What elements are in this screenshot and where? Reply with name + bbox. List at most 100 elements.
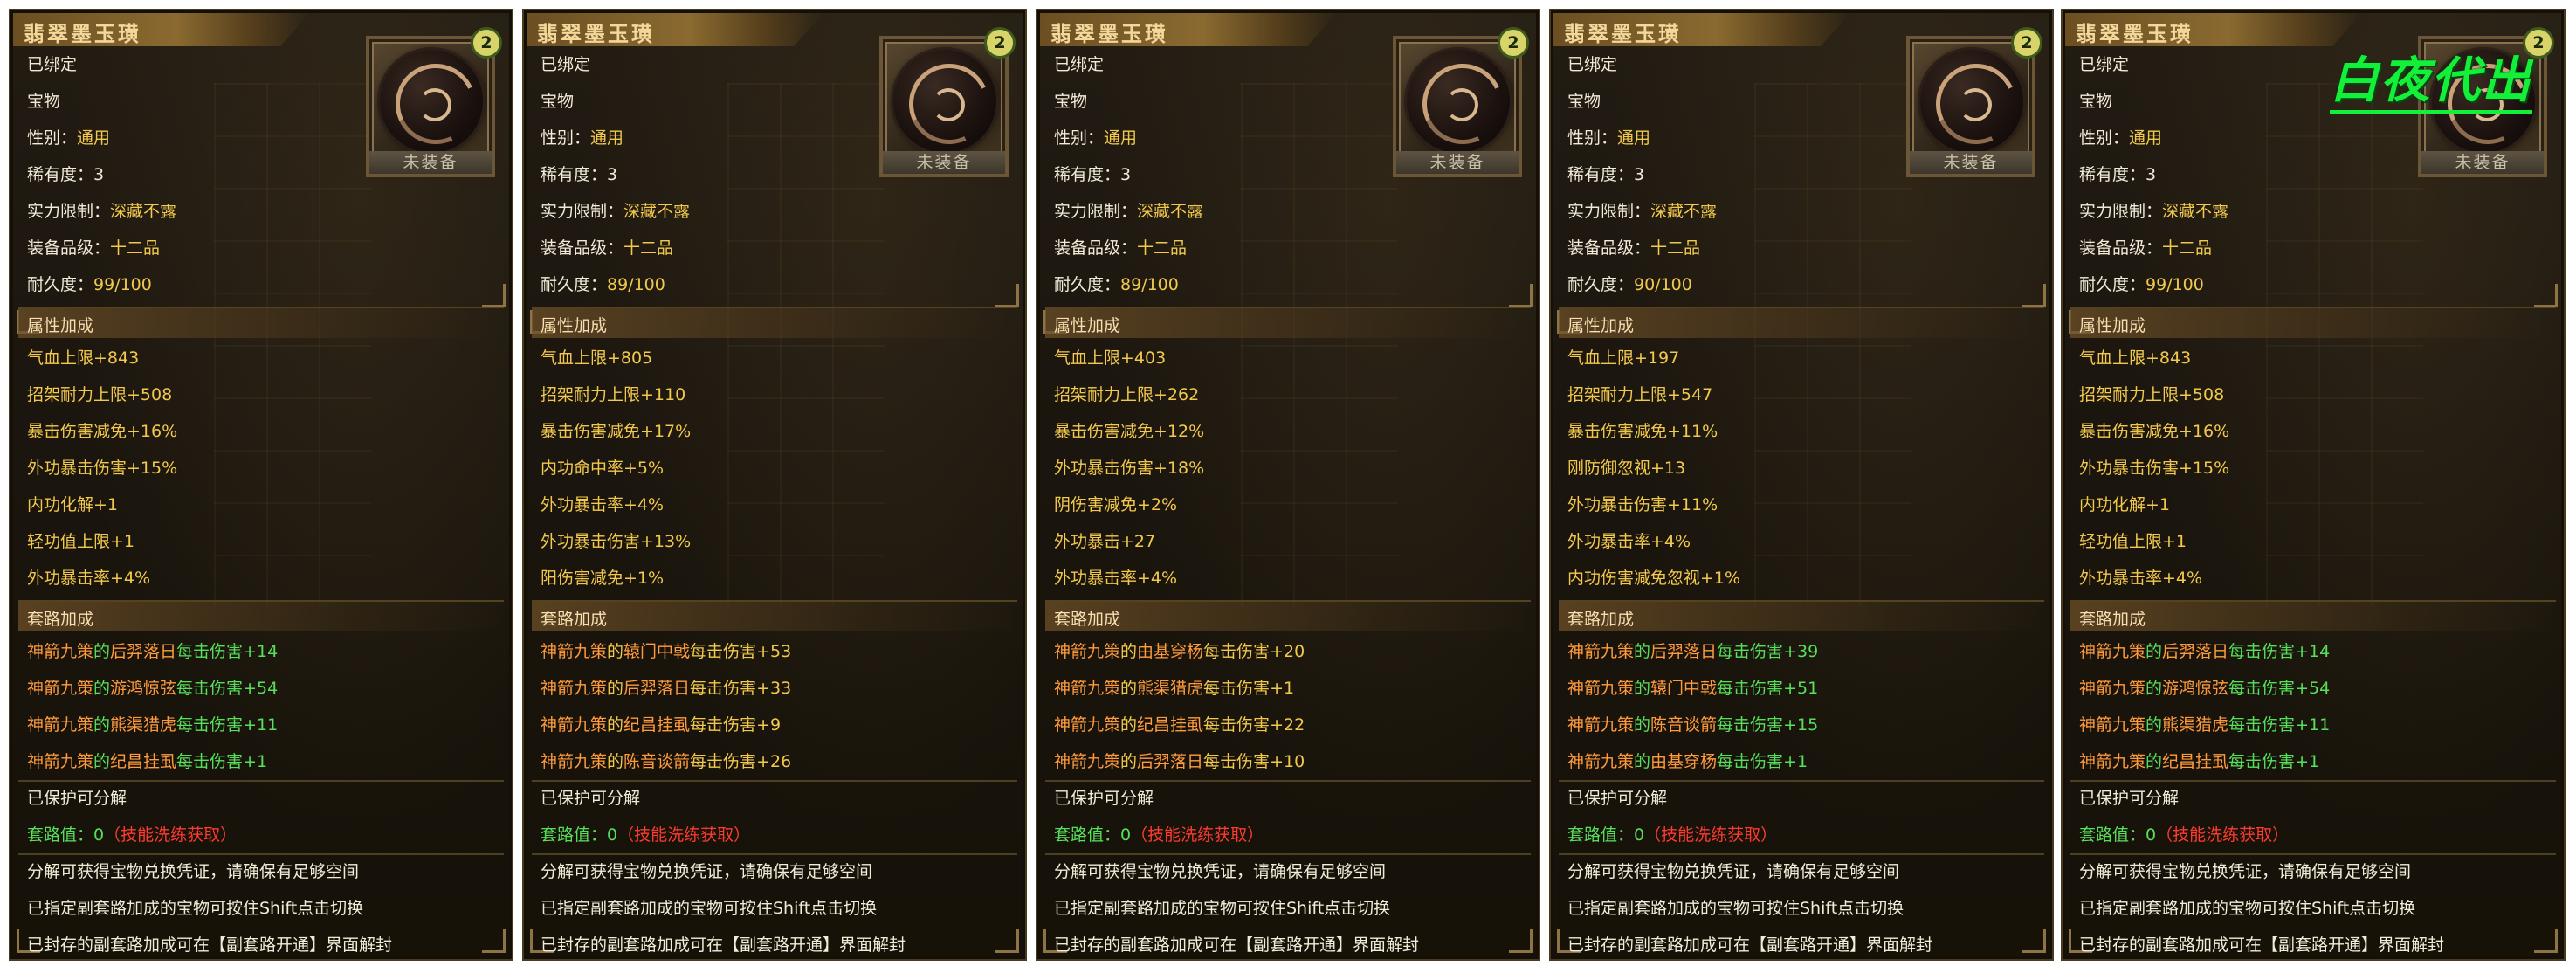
attribute-line: 外功暴击率+4% [2079, 569, 2203, 588]
hint-shift-switch: 已指定副套路加成的宝物可按住Shift点击切换 [1567, 899, 1904, 918]
item-icon-slot[interactable]: 未装备 2 [1906, 27, 2042, 177]
unequipped-label: 未装备 [369, 151, 492, 174]
attribute-line: 外功暴击率+4% [541, 495, 665, 514]
durability-line-value: 90/100 [1634, 275, 1692, 294]
route-per-hit: 每击伤害 [690, 679, 757, 698]
power-limit-line-key: 实力限制： [541, 202, 624, 221]
item-icon-slot[interactable]: 未装备 2 [879, 27, 1016, 177]
item-name: 翡翠墨玉璜 [2076, 22, 2194, 46]
attribute-line: 阳伤害减免+1% [541, 569, 665, 588]
item-tooltip-panel: 翡翠墨玉璜 未装备 2 已绑定 宝物 性别：通用 稀有度：3 实力限制：深藏不露 装备品级：十二… [9, 9, 513, 961]
route-bonus-line: 神箭九策的纪昌挂虱每击伤害+22 [1054, 712, 1305, 735]
durability-line: 耐久度：90/100 [1567, 272, 1692, 295]
attribute-line: 阴伤害减免+2% [1054, 495, 1178, 514]
hint-unseal: 已封存的副套路加成可在【副套路开通】界面解封 [1567, 935, 1933, 955]
route-skill-name: 由基穿杨 [1137, 642, 1204, 661]
grade-line-key: 装备品级： [541, 238, 624, 258]
gender-line-key: 性别： [541, 128, 591, 148]
route-per-hit: 每击伤害 [1203, 642, 1271, 661]
item-tooltip-panel: 翡翠墨玉璜 未装备 2 已绑定 宝物 性别：通用 稀有度：3 实力限制：深藏不露 装备品级：十二… [1549, 9, 2054, 961]
attribute-line: 外功暴击伤害+15% [2079, 459, 2230, 478]
rarity-line-key: 稀有度： [1054, 165, 1121, 184]
route-section-title: 套路加成 [541, 610, 608, 629]
route-value: +10 [1270, 752, 1305, 771]
route-bonus-line: 神箭九策的后羿落日每击伤害+10 [1054, 749, 1305, 772]
gender-line-value: 通用 [1617, 128, 1651, 148]
bound-status: 已绑定 [27, 55, 78, 74]
route-skill-name: 游鸿惊弦 [110, 679, 177, 698]
attribute-line: 内功伤害减免忽视+1% [1567, 569, 1741, 588]
item-icon-slot[interactable]: 未装备 2 [366, 27, 502, 177]
watermark-text: 白夜代出 [2330, 52, 2532, 114]
route-bonus-line: 神箭九策的陈音谈箭每击伤害+26 [541, 749, 791, 772]
rarity-line-key: 稀有度： [541, 165, 608, 184]
route-per-hit: 每击伤害 [1203, 752, 1271, 771]
route-skill-name: 陈音谈箭 [1650, 715, 1718, 735]
durability-line-key: 耐久度： [1567, 275, 1635, 294]
divider [1559, 853, 2044, 855]
route-of: 的 [93, 642, 111, 661]
route-bonus-line: 神箭九策的后羿落日每击伤害+33 [541, 675, 791, 699]
attribute-line: 招架耐力上限+508 [27, 385, 173, 404]
route-value: +1 [1783, 752, 1808, 771]
route-set-name: 神箭九策 [1567, 679, 1635, 698]
attribute-line: 气血上限+805 [541, 348, 653, 368]
item-icon-slot[interactable]: 未装备 2 [1393, 27, 1529, 177]
attribute-line: 气血上限+843 [27, 348, 140, 368]
route-set-name: 神箭九策 [541, 679, 608, 698]
unequipped-label: 未装备 [1396, 151, 1519, 174]
grade-line-value: 十二品 [1650, 238, 1701, 258]
frame-corner-ornament [2534, 284, 2558, 307]
gender-line: 性别：通用 [541, 125, 623, 148]
route-of: 的 [607, 752, 624, 771]
power-limit-line-key: 实力限制： [1567, 202, 1651, 221]
route-of: 的 [93, 715, 111, 735]
grade-line-key: 装备品级： [1054, 238, 1138, 258]
durability-line-key: 耐久度： [2079, 275, 2146, 294]
route-bonus-line: 神箭九策的陈音谈箭每击伤害+15 [1567, 712, 1818, 735]
route-section-header: 套路加成 [1559, 600, 2044, 631]
route-value: +9 [756, 715, 782, 735]
route-per-hit: 每击伤害 [1717, 679, 1784, 698]
attribute-line: 外功暴击伤害+11% [1567, 495, 1718, 514]
route-skill-name: 游鸿惊弦 [2162, 679, 2229, 698]
hint-unseal: 已封存的副套路加成可在【副套路开通】界面解封 [2079, 935, 2445, 955]
durability-line: 耐久度：89/100 [1054, 272, 1179, 295]
route-skill-name: 纪昌挂虱 [1137, 715, 1204, 735]
rarity-line-value: 3 [1634, 165, 1645, 184]
route-per-hit: 每击伤害 [1717, 752, 1784, 771]
route-set-name: 神箭九策 [27, 679, 94, 698]
unequipped-label: 未装备 [2421, 151, 2544, 174]
divider [532, 853, 1017, 855]
power-limit-line: 实力限制：深藏不露 [1567, 198, 1717, 222]
grade-line-value: 十二品 [623, 238, 674, 258]
divider [2070, 780, 2556, 782]
route-value: +22 [1270, 715, 1305, 735]
rarity-line-value: 3 [93, 165, 105, 184]
route-value-key: 套路值： [27, 825, 94, 845]
grade-line-key: 装备品级： [27, 238, 111, 258]
route-set-name: 神箭九策 [1567, 715, 1635, 735]
frame-corner-ornament [995, 284, 1019, 307]
title-bar: 翡翠墨玉璜 [1553, 13, 1850, 46]
attribute-line: 轻功值上限+1 [2079, 532, 2187, 551]
route-per-hit: 每击伤害 [1203, 715, 1271, 735]
jade-pendant-icon [1407, 50, 1510, 153]
route-bonus-line: 神箭九策的辕门中戟每击伤害+53 [541, 638, 791, 662]
route-value: +11 [243, 715, 279, 735]
route-skill-name: 纪昌挂虱 [623, 715, 691, 735]
rarity-line: 稀有度：3 [2079, 162, 2156, 185]
route-value: +33 [756, 679, 792, 698]
protected-status: 已保护可分解 [27, 789, 127, 808]
protected-status: 已保护可分解 [1054, 789, 1154, 808]
background-inventory-grid [1241, 83, 1398, 607]
hint-shift-switch: 已指定副套路加成的宝物可按住Shift点击切换 [1054, 899, 1391, 918]
route-section-header: 套路加成 [18, 600, 504, 631]
divider [18, 853, 504, 855]
power-limit-line: 实力限制：深藏不露 [27, 198, 176, 222]
hint-unseal: 已封存的副套路加成可在【副套路开通】界面解封 [1054, 935, 1420, 955]
attribute-line: 暴击伤害减免+11% [1567, 422, 1718, 441]
route-per-hit: 每击伤害 [690, 715, 757, 735]
attribute-line: 外功暴击率+4% [1567, 532, 1691, 551]
divider [1559, 780, 2044, 782]
